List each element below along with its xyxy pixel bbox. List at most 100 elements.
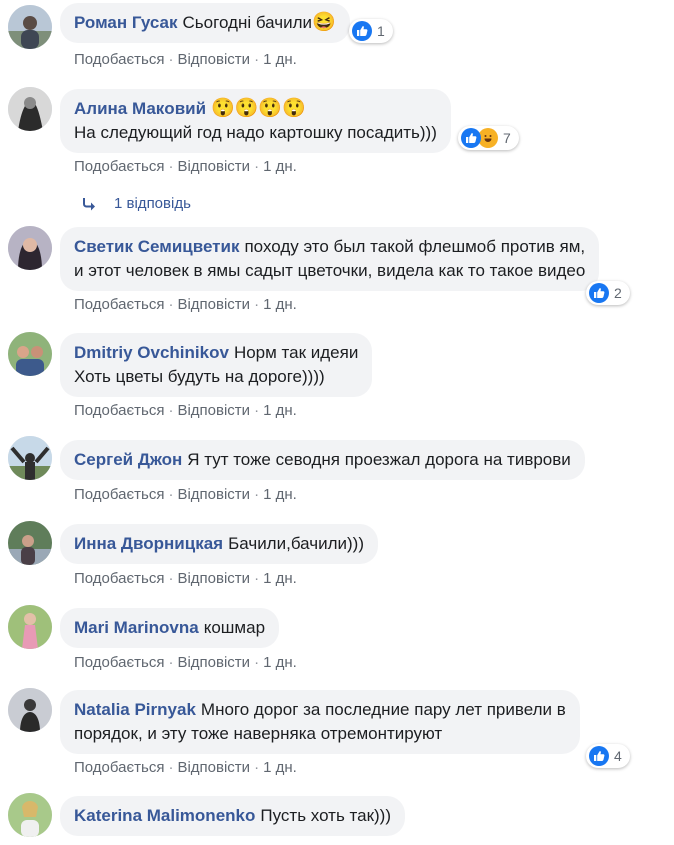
- comment-timestamp[interactable]: 1 дн.: [263, 759, 297, 776]
- comment-author[interactable]: Mari Marinovna: [74, 618, 199, 637]
- reply-button[interactable]: Відповісти: [177, 51, 250, 68]
- comment-text: и этот человек в ямы садыт цветочки, вид…: [74, 261, 586, 280]
- reaction-summary[interactable]: 1: [349, 19, 393, 43]
- like-button[interactable]: Подобається: [74, 486, 164, 503]
- comment-author[interactable]: Katerina Malimonenko: [74, 806, 255, 825]
- reply-button[interactable]: Відповісти: [177, 570, 250, 587]
- comment-actions: Подобається · Відповісти · 1 дн.: [74, 296, 297, 314]
- comment-actions: Подобається · Відповісти · 1 дн.: [74, 402, 297, 420]
- separator: ·: [254, 296, 260, 313]
- comment-actions: Подобається · Відповісти · 1 дн.: [74, 759, 297, 777]
- reply-button[interactable]: Відповісти: [177, 759, 250, 776]
- reply-button[interactable]: Відповісти: [177, 402, 250, 419]
- emoji-grinning-squinting: 😆: [312, 12, 336, 33]
- comment-text: походу это был такой флешмоб против ям,: [244, 237, 586, 256]
- comment-timestamp[interactable]: 1 дн.: [263, 51, 297, 68]
- comment-author[interactable]: Natalia Pirnyak: [74, 700, 196, 719]
- separator: ·: [168, 158, 174, 175]
- like-button[interactable]: Подобається: [74, 654, 164, 671]
- reply-button[interactable]: Відповісти: [177, 486, 250, 503]
- comment-text: Пусть хоть так))): [260, 806, 391, 825]
- reaction-count: 7: [503, 130, 511, 146]
- separator: ·: [254, 402, 260, 419]
- avatar[interactable]: [8, 793, 52, 837]
- comment-bubble: Dmitriy Ovchinikov Норм так идеяи Хоть цв…: [60, 333, 373, 397]
- comment-author[interactable]: Светик Семицветик: [74, 237, 239, 256]
- comment-bubble: Natalia Pirnyak Много дорог за последние …: [60, 690, 580, 754]
- comment-text: На следующий год надо картошку посадить)…: [74, 123, 437, 142]
- reaction-summary[interactable]: 7: [458, 126, 519, 150]
- comment-actions: Подобається · Відповісти · 1 дн.: [74, 570, 297, 588]
- comment-text: Я тут тоже севодня проезжал дорога на ти…: [187, 450, 571, 469]
- like-button[interactable]: Подобається: [74, 158, 164, 175]
- comment-text: Сьогодні бачили: [182, 13, 313, 32]
- avatar[interactable]: [8, 5, 52, 49]
- comment-bubble: Сергей Джон Я тут тоже севодня проезжал д…: [60, 440, 585, 480]
- comment-text: Норм так идеяи: [233, 343, 359, 362]
- like-reaction-icon: [352, 21, 372, 41]
- comment-timestamp[interactable]: 1 дн.: [263, 570, 297, 587]
- comment-timestamp[interactable]: 1 дн.: [263, 402, 297, 419]
- comment-timestamp[interactable]: 1 дн.: [263, 654, 297, 671]
- avatar[interactable]: [8, 332, 52, 376]
- reply-arrow-icon: [83, 198, 95, 211]
- like-button[interactable]: Подобається: [74, 296, 164, 313]
- avatar[interactable]: [8, 436, 52, 480]
- comment-author[interactable]: Роман Гусак: [74, 13, 178, 32]
- separator: ·: [254, 654, 260, 671]
- comment-timestamp[interactable]: 1 дн.: [263, 158, 297, 175]
- like-button[interactable]: Подобається: [74, 402, 164, 419]
- separator: ·: [168, 296, 174, 313]
- like-button[interactable]: Подобається: [74, 51, 164, 68]
- separator: ·: [168, 51, 174, 68]
- comment-actions: Подобається · Відповісти · 1 дн.: [74, 158, 297, 176]
- like-reaction-icon: [589, 746, 609, 766]
- reaction-summary[interactable]: 2: [586, 281, 630, 305]
- comment-text: кошмар: [203, 618, 266, 637]
- comment-author[interactable]: Сергей Джон: [74, 450, 182, 469]
- comment-actions: Подобається · Відповісти · 1 дн.: [74, 486, 297, 504]
- avatar[interactable]: [8, 226, 52, 270]
- comment-author[interactable]: Dmitriy Ovchinikov: [74, 343, 229, 362]
- separator: ·: [168, 402, 174, 419]
- reply-button[interactable]: Відповісти: [177, 654, 250, 671]
- like-reaction-icon: [589, 283, 609, 303]
- avatar[interactable]: [8, 688, 52, 732]
- comment-bubble: Katerina Malimonenko Пусть хоть так))): [60, 796, 405, 836]
- comment-author[interactable]: Инна Дворницкая: [74, 534, 223, 553]
- reply-button[interactable]: Відповісти: [177, 158, 250, 175]
- haha-reaction-icon: [478, 128, 498, 148]
- comment-author[interactable]: Алина Макoвий: [74, 99, 206, 118]
- comment-text: Бачили,бачили))): [228, 534, 365, 553]
- comment-text: порядок, и эту тоже наверняка отремонтир…: [74, 724, 443, 743]
- emoji-astonished: 😲😲😲😲: [211, 98, 306, 119]
- view-replies-label: 1 відповідь: [114, 195, 191, 212]
- comment-actions: Подобається · Відповісти · 1 дн.: [74, 51, 297, 69]
- separator: ·: [168, 486, 174, 503]
- comment-text: Много дорог за последние пару лет привел…: [200, 700, 566, 719]
- view-replies-link[interactable]: 1 відповідь: [82, 194, 191, 214]
- comment-bubble: Алина Макoвий 😲😲😲😲 На следующий год надо …: [60, 89, 451, 153]
- reply-button[interactable]: Відповісти: [177, 296, 250, 313]
- avatar[interactable]: [8, 87, 52, 131]
- comment-actions: Подобається · Відповісти · 1 дн.: [74, 654, 297, 672]
- comment-bubble: Mari Marinovna кошмар: [60, 608, 280, 648]
- avatar[interactable]: [8, 521, 52, 565]
- reaction-count: 4: [614, 748, 622, 764]
- like-button[interactable]: Подобається: [74, 759, 164, 776]
- separator: ·: [254, 158, 260, 175]
- reaction-summary[interactable]: 4: [586, 744, 630, 768]
- like-reaction-icon: [461, 128, 481, 148]
- separator: ·: [254, 570, 260, 587]
- separator: ·: [254, 759, 260, 776]
- comment-text: Хоть цветы будуть на дороге)))): [74, 367, 325, 386]
- comment-timestamp[interactable]: 1 дн.: [263, 296, 297, 313]
- reaction-count: 1: [377, 23, 385, 39]
- comment-timestamp[interactable]: 1 дн.: [263, 486, 297, 503]
- reaction-count: 2: [614, 285, 622, 301]
- comments-feed: Роман Гусак Сьогодні бачили😆 1 Подобаєтьс…: [0, 0, 674, 845]
- like-button[interactable]: Подобається: [74, 570, 164, 587]
- comment-bubble: Инна Дворницкая Бачили,бачили))): [60, 524, 379, 564]
- avatar[interactable]: [8, 605, 52, 649]
- separator: ·: [168, 759, 174, 776]
